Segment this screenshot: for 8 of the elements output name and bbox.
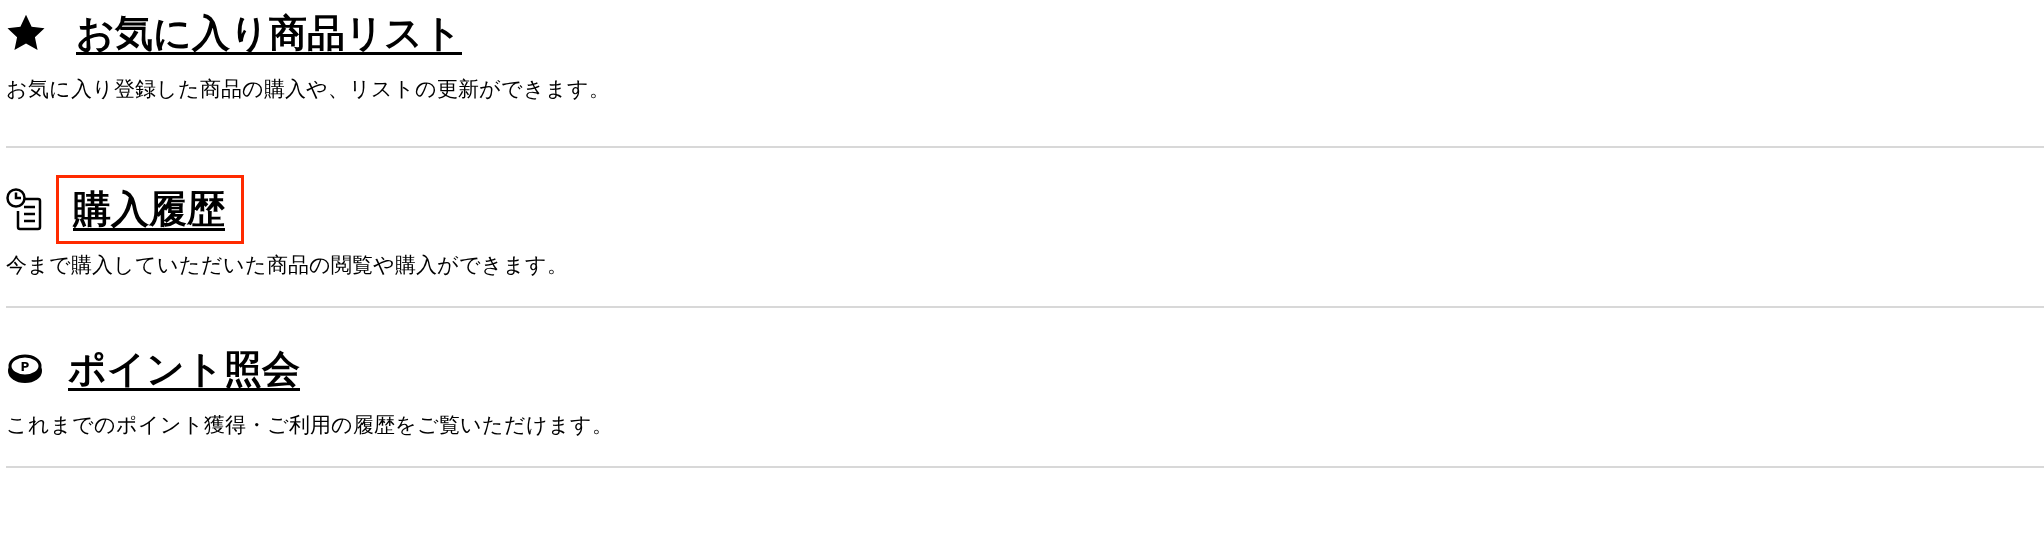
star-icon bbox=[6, 14, 46, 52]
section-description: お気に入り登録した商品の購入や、リストの更新ができます。 bbox=[6, 76, 611, 103]
section-title-link[interactable]: 購入履歴 bbox=[56, 174, 244, 244]
section-title-link[interactable]: ポイント照会 bbox=[68, 343, 300, 395]
section-description: これまでのポイント獲得・ご利用の履歴をご覧いただけます。 bbox=[6, 412, 614, 439]
section-description: 今まで購入していただいた商品の閲覧や購入ができます。 bbox=[6, 252, 569, 279]
clock-document-icon bbox=[6, 187, 42, 231]
section-title-link[interactable]: お気に入り商品リスト bbox=[76, 7, 462, 59]
